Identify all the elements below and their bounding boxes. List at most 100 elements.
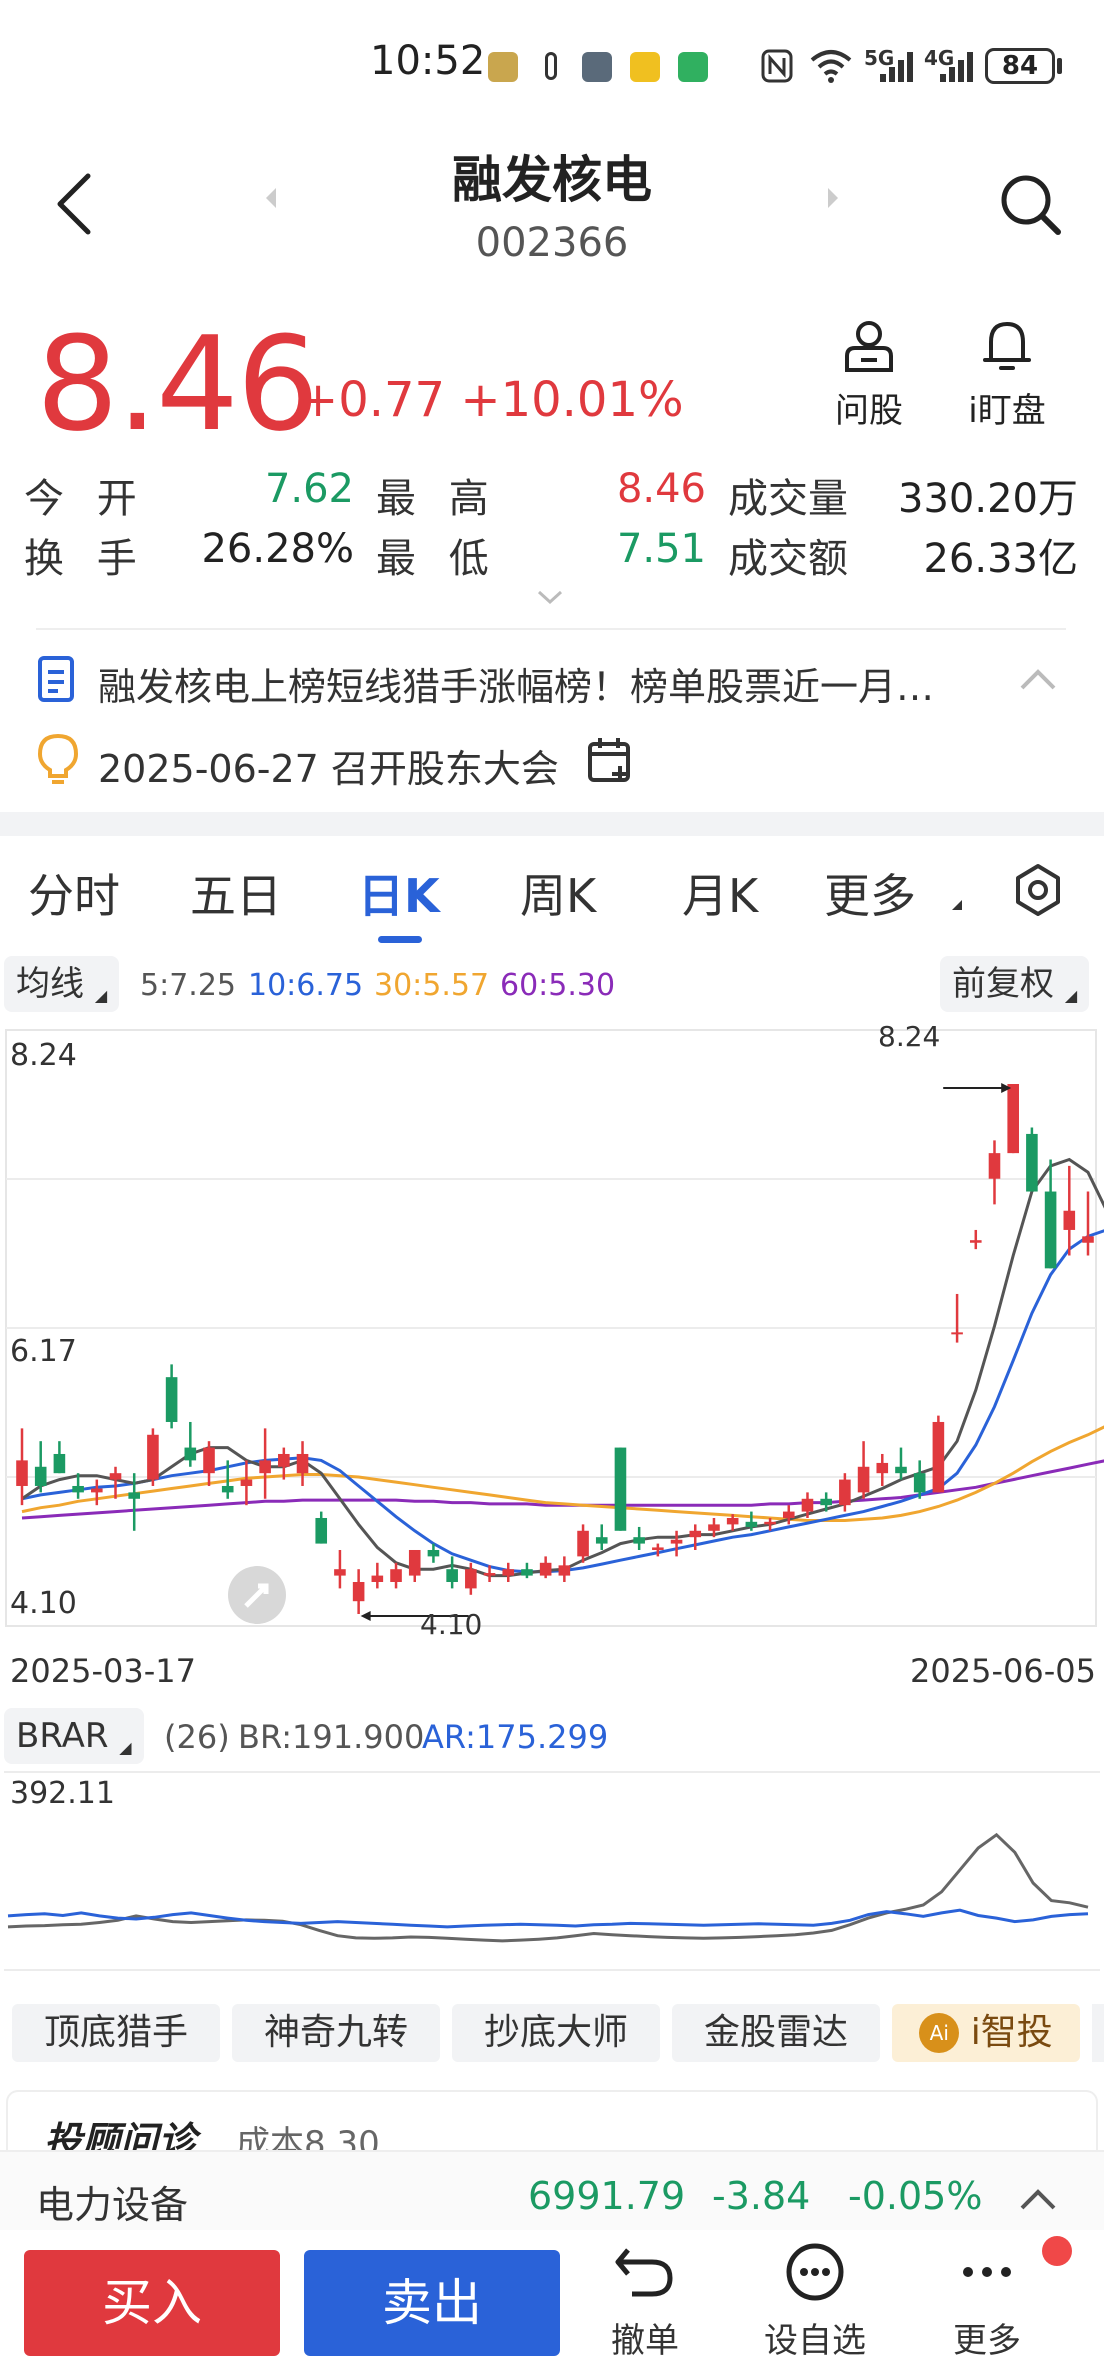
candlestick bbox=[988, 1140, 1001, 1205]
candlestick bbox=[109, 1466, 122, 1499]
candle-body bbox=[53, 1453, 66, 1474]
price-change-percent: +10.01% bbox=[460, 372, 684, 428]
x-end-date: 2025-06-05 bbox=[910, 1652, 1096, 1690]
ask-stock-button[interactable]: 问股 bbox=[814, 318, 924, 432]
settings-icon[interactable] bbox=[1010, 862, 1066, 918]
candlestick bbox=[91, 1479, 103, 1506]
price-change: +0.77 +10.01% bbox=[298, 372, 684, 428]
candlestick bbox=[315, 1511, 328, 1544]
draw-tool-icon[interactable] bbox=[228, 1566, 286, 1624]
tab-monthly-k[interactable]: 月K bbox=[682, 860, 758, 926]
candle-body bbox=[633, 1537, 645, 1544]
candle-body bbox=[913, 1473, 926, 1493]
tool-bottom-master[interactable]: 抄底大师 bbox=[452, 2004, 660, 2062]
turnover-value: 26.28% bbox=[201, 526, 354, 572]
candle-body bbox=[689, 1530, 702, 1538]
dropdown-icon: ◢ bbox=[94, 986, 108, 1005]
candle-body bbox=[315, 1517, 328, 1544]
candlestick bbox=[857, 1441, 870, 1499]
ma-selector[interactable]: 均线 ◢ bbox=[4, 956, 120, 1012]
industry-index: 6991.79 bbox=[528, 2174, 686, 2218]
candle-body bbox=[371, 1575, 384, 1582]
next-stock-icon[interactable] bbox=[824, 186, 842, 210]
tool-top-bottom-hunter[interactable]: 顶底猎手 bbox=[12, 2004, 220, 2062]
tab-weekly-k[interactable]: 周K bbox=[520, 860, 596, 926]
ma5-line bbox=[21, 1157, 1104, 1578]
candle-body bbox=[820, 1498, 832, 1506]
candle-body bbox=[614, 1447, 627, 1531]
calendar-add-icon[interactable] bbox=[586, 736, 636, 784]
candle-body bbox=[932, 1421, 945, 1493]
candlestick bbox=[259, 1428, 271, 1499]
cancel-order-button[interactable]: 撤单 bbox=[590, 2240, 700, 2362]
sell-button[interactable]: 卖出 bbox=[304, 2250, 560, 2356]
news-headline[interactable]: 融发核电上榜短线猎手涨幅榜！榜单股票近一月… bbox=[98, 656, 934, 711]
tool-gold-radar[interactable]: 金股雷达 bbox=[672, 2004, 880, 2062]
cancel-order-label: 撤单 bbox=[611, 2321, 679, 2361]
candlestick bbox=[876, 1453, 889, 1486]
min-price-marker: 4.10 bbox=[420, 1608, 483, 1641]
wifi-icon bbox=[810, 50, 852, 83]
candlestick bbox=[951, 1293, 963, 1343]
collapse-chevron-icon[interactable] bbox=[1018, 666, 1058, 694]
undo-icon bbox=[615, 2248, 673, 2297]
buy-button[interactable]: 买入 bbox=[24, 2250, 280, 2356]
candle-body bbox=[352, 1581, 365, 1602]
candlestick bbox=[633, 1526, 645, 1550]
tab-five-day[interactable]: 五日 bbox=[190, 860, 282, 926]
candlestick bbox=[165, 1364, 178, 1429]
candle-body bbox=[670, 1539, 683, 1544]
candle-body bbox=[278, 1453, 290, 1467]
shareholder-meeting[interactable]: 2025-06-27 召开股东大会 bbox=[98, 738, 559, 793]
expand-up-icon[interactable] bbox=[1018, 2186, 1058, 2214]
adjust-label: 前复权 bbox=[952, 964, 1054, 1004]
divider bbox=[36, 628, 1066, 630]
edit-icon bbox=[244, 1583, 269, 1608]
candle-body bbox=[16, 1460, 28, 1486]
search-icon[interactable] bbox=[998, 172, 1064, 238]
low-label: 最 低 bbox=[376, 536, 499, 582]
candlestick bbox=[334, 1549, 346, 1589]
candlestick bbox=[352, 1569, 365, 1614]
adjust-selector[interactable]: 前复权 ◢ bbox=[940, 956, 1090, 1012]
consult-title: 投顾问诊 bbox=[44, 2119, 197, 2150]
candle-body bbox=[539, 1562, 552, 1576]
ma5-value: 5:7.25 bbox=[140, 968, 236, 1003]
brar-chart[interactable] bbox=[0, 1770, 1104, 1972]
candlestick bbox=[614, 1447, 627, 1531]
candlestick bbox=[895, 1447, 907, 1480]
watch-button[interactable]: i盯盘 bbox=[952, 318, 1062, 432]
candle-body bbox=[652, 1547, 664, 1550]
candle-body bbox=[296, 1453, 309, 1474]
candlestick bbox=[1044, 1159, 1057, 1269]
tab-daily-k[interactable]: 日K bbox=[358, 860, 440, 926]
bell-icon bbox=[983, 322, 1031, 370]
expand-chevron-icon[interactable] bbox=[536, 588, 564, 608]
candle-body bbox=[203, 1447, 215, 1474]
candle-body bbox=[72, 1485, 84, 1493]
candle-body bbox=[988, 1153, 1001, 1179]
indicator-selector[interactable]: BRAR ◢ bbox=[4, 1708, 144, 1764]
ma30-value: 30:5.57 bbox=[374, 968, 490, 1003]
tool-magic-nine[interactable]: 神奇九转 bbox=[232, 2004, 440, 2062]
consult-card[interactable]: 投顾问诊 成本8.30 bbox=[6, 2090, 1098, 2150]
candle-body bbox=[184, 1447, 197, 1461]
candle-body bbox=[427, 1549, 440, 1557]
tool-ai-invest[interactable]: Ai i智投 bbox=[892, 2004, 1080, 2062]
ai-invest-label: i智投 bbox=[970, 2012, 1053, 2053]
add-favorite-label: 设自选 bbox=[764, 2321, 866, 2361]
candle-body bbox=[558, 1565, 571, 1576]
candlestick bbox=[53, 1441, 66, 1474]
tab-intraday[interactable]: 分时 bbox=[28, 860, 120, 926]
more-button[interactable]: 更多 bbox=[932, 2240, 1042, 2362]
kline-chart[interactable] bbox=[0, 1024, 1104, 1634]
active-tab-indicator bbox=[378, 936, 422, 943]
candlestick bbox=[296, 1441, 309, 1486]
ai-icon: Ai bbox=[919, 2013, 960, 2053]
video-app-icon bbox=[630, 52, 660, 82]
add-favorite-button[interactable]: 设自选 bbox=[760, 2240, 870, 2362]
candle-body bbox=[483, 1573, 496, 1576]
candlestick bbox=[408, 1549, 421, 1582]
nfc-icon bbox=[761, 49, 793, 83]
tab-more[interactable]: 更多 bbox=[824, 860, 916, 926]
